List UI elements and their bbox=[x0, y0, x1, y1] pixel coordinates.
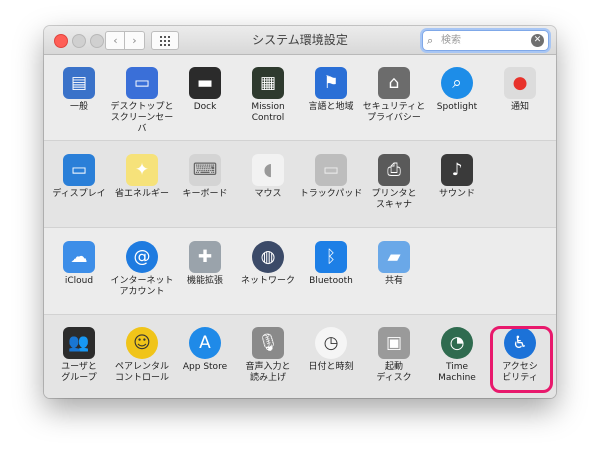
pref-pane-label: Bluetooth bbox=[309, 276, 353, 286]
desktop-screensaver-icon: ▭ bbox=[126, 67, 158, 99]
pref-pane-clock-calendar[interactable]: ◷ 日付と時刻 bbox=[299, 327, 363, 373]
pref-pane-trackpad[interactable]: ▭ トラックパッド bbox=[299, 154, 363, 200]
trackpad-icon: ▭ bbox=[315, 154, 347, 186]
pref-pane-label: 日付と時刻 bbox=[308, 362, 354, 372]
pref-pane-label: セキュリティと プライバシー bbox=[362, 102, 426, 123]
keyboard-icon: ⌨ bbox=[189, 154, 221, 186]
dock-icon: ▬ bbox=[189, 67, 221, 99]
pref-pane-parental-controls[interactable]: ☺ ペアレンタル コントロール bbox=[110, 327, 174, 384]
pref-pane-label: プリンタと スキャナ bbox=[371, 189, 417, 210]
spotlight-magnifier-icon: ⌕ bbox=[441, 67, 473, 99]
pref-pane-spotlight-magnifier[interactable]: ⌕ Spotlight bbox=[425, 67, 489, 113]
time-machine-icon: ◔ bbox=[441, 327, 473, 359]
pref-pane-label: サウンド bbox=[438, 189, 475, 199]
mouse-icon: ◖ bbox=[252, 154, 284, 186]
clear-search-icon[interactable]: ✕ bbox=[531, 34, 544, 47]
pref-pane-mouse[interactable]: ◖ マウス bbox=[236, 154, 300, 200]
pref-pane-label: マウス bbox=[254, 189, 282, 199]
pref-pane-label: デスクトップと スクリーンセーバ bbox=[110, 102, 174, 134]
pref-pane-label: Mission Control bbox=[251, 102, 285, 123]
pref-pane-network-globe[interactable]: ◍ ネットワーク bbox=[236, 241, 300, 287]
startup-disk-icon: ▣ bbox=[378, 327, 410, 359]
pref-pane-label: 通知 bbox=[510, 102, 529, 112]
search-icon: ⌕ bbox=[427, 34, 434, 47]
display-icon: ▭ bbox=[63, 154, 95, 186]
mission-control-icon: ▦ bbox=[252, 67, 284, 99]
pref-pane-label: ディスプレイ bbox=[52, 189, 106, 199]
pref-pane-desktop-screensaver[interactable]: ▭ デスクトップと スクリーンセーバ bbox=[110, 67, 174, 135]
network-globe-icon: ◍ bbox=[252, 241, 284, 273]
pref-pane-label: 起動 ディスク bbox=[376, 362, 412, 383]
pref-pane-puzzle-piece[interactable]: ✚ 機能拡張 bbox=[173, 241, 237, 287]
pref-pane-startup-disk[interactable]: ▣ 起動 ディスク bbox=[362, 327, 426, 384]
icloud-icon: ☁ bbox=[63, 241, 95, 273]
pref-pane-label: トラックパッド bbox=[299, 189, 363, 199]
pref-pane-flag-globe[interactable]: ⚑ 言語と地域 bbox=[299, 67, 363, 113]
pref-pane-label: 音声入力と 読み上げ bbox=[245, 362, 291, 383]
pref-pane-icloud[interactable]: ☁ iCloud bbox=[47, 241, 111, 287]
pref-pane-microphone[interactable]: 🎙 音声入力と 読み上げ bbox=[236, 327, 300, 384]
search-input[interactable] bbox=[441, 32, 526, 48]
bluetooth-icon: ᛒ bbox=[315, 241, 347, 273]
pref-pane-label: iCloud bbox=[64, 276, 94, 286]
pref-pane-label: 言語と地域 bbox=[308, 102, 354, 112]
pref-pane-label: インターネット アカウント bbox=[110, 276, 174, 297]
clock-calendar-icon: ◷ bbox=[315, 327, 347, 359]
pref-pane-users-groups[interactable]: 👥 ユーザと グループ bbox=[47, 327, 111, 384]
pref-pane-bluetooth[interactable]: ᛒ Bluetooth bbox=[299, 241, 363, 287]
pref-pane-label: ネットワーク bbox=[240, 276, 295, 286]
search-field[interactable]: ⌕ ✕ bbox=[422, 30, 549, 51]
parental-controls-icon: ☺ bbox=[126, 327, 158, 359]
pref-pane-label: 省エネルギー bbox=[114, 189, 169, 199]
puzzle-piece-icon: ✚ bbox=[189, 241, 221, 273]
notifications-icon: ● bbox=[504, 67, 536, 99]
pref-pane-speaker[interactable]: ♪ サウンド bbox=[425, 154, 489, 200]
pref-pane-time-machine[interactable]: ◔ Time Machine bbox=[425, 327, 489, 384]
microphone-icon: 🎙 bbox=[252, 327, 284, 359]
printer-icon: ⎙ bbox=[378, 154, 410, 186]
flag-globe-icon: ⚑ bbox=[315, 67, 347, 99]
pref-pane-sharing-folder[interactable]: ▰ 共有 bbox=[362, 241, 426, 287]
pref-pane-dock[interactable]: ▬ Dock bbox=[173, 67, 237, 113]
pref-pane-mission-control[interactable]: ▦ Mission Control bbox=[236, 67, 300, 124]
pref-pane-label: App Store bbox=[182, 362, 228, 372]
pref-pane-label: Time Machine bbox=[438, 362, 476, 383]
pref-pane-label: 一般 bbox=[69, 102, 88, 112]
accessibility-highlight-ring bbox=[490, 326, 553, 393]
sharing-folder-icon: ▰ bbox=[378, 241, 410, 273]
pref-pane-label: Spotlight bbox=[436, 102, 478, 112]
pref-pane-label: ペアレンタル コントロール bbox=[114, 362, 169, 383]
pref-pane-display[interactable]: ▭ ディスプレイ bbox=[47, 154, 111, 200]
pref-pane-label: Dock bbox=[193, 102, 217, 112]
at-sign-icon: @ bbox=[126, 241, 158, 273]
pref-pane-label: 共有 bbox=[384, 276, 403, 286]
speaker-icon: ♪ bbox=[441, 154, 473, 186]
pref-pane-label: キーボード bbox=[182, 189, 228, 199]
pref-pane-lightbulb[interactable]: ✦ 省エネルギー bbox=[110, 154, 174, 200]
app-store-icon: A bbox=[189, 327, 221, 359]
security-house-icon: ⌂ bbox=[378, 67, 410, 99]
system-preferences-window: ‹ › システム環境設定 ⌕ ✕ ▤一般▭デスクトップと スクリーンセーバ▬Do… bbox=[44, 26, 556, 398]
pref-pane-label: 機能拡張 bbox=[186, 276, 223, 286]
pref-pane-general-file[interactable]: ▤ 一般 bbox=[47, 67, 111, 113]
lightbulb-icon: ✦ bbox=[126, 154, 158, 186]
general-file-icon: ▤ bbox=[63, 67, 95, 99]
pref-pane-notifications[interactable]: ● 通知 bbox=[488, 67, 552, 113]
pref-pane-printer[interactable]: ⎙ プリンタと スキャナ bbox=[362, 154, 426, 211]
users-groups-icon: 👥 bbox=[63, 327, 95, 359]
title-bar: ‹ › システム環境設定 ⌕ ✕ bbox=[44, 26, 556, 55]
pref-pane-keyboard[interactable]: ⌨ キーボード bbox=[173, 154, 237, 200]
pref-pane-security-house[interactable]: ⌂ セキュリティと プライバシー bbox=[362, 67, 426, 124]
pref-pane-at-sign[interactable]: @ インターネット アカウント bbox=[110, 241, 174, 298]
pref-pane-app-store[interactable]: A App Store bbox=[173, 327, 237, 373]
pref-pane-label: ユーザと グループ bbox=[61, 362, 97, 383]
